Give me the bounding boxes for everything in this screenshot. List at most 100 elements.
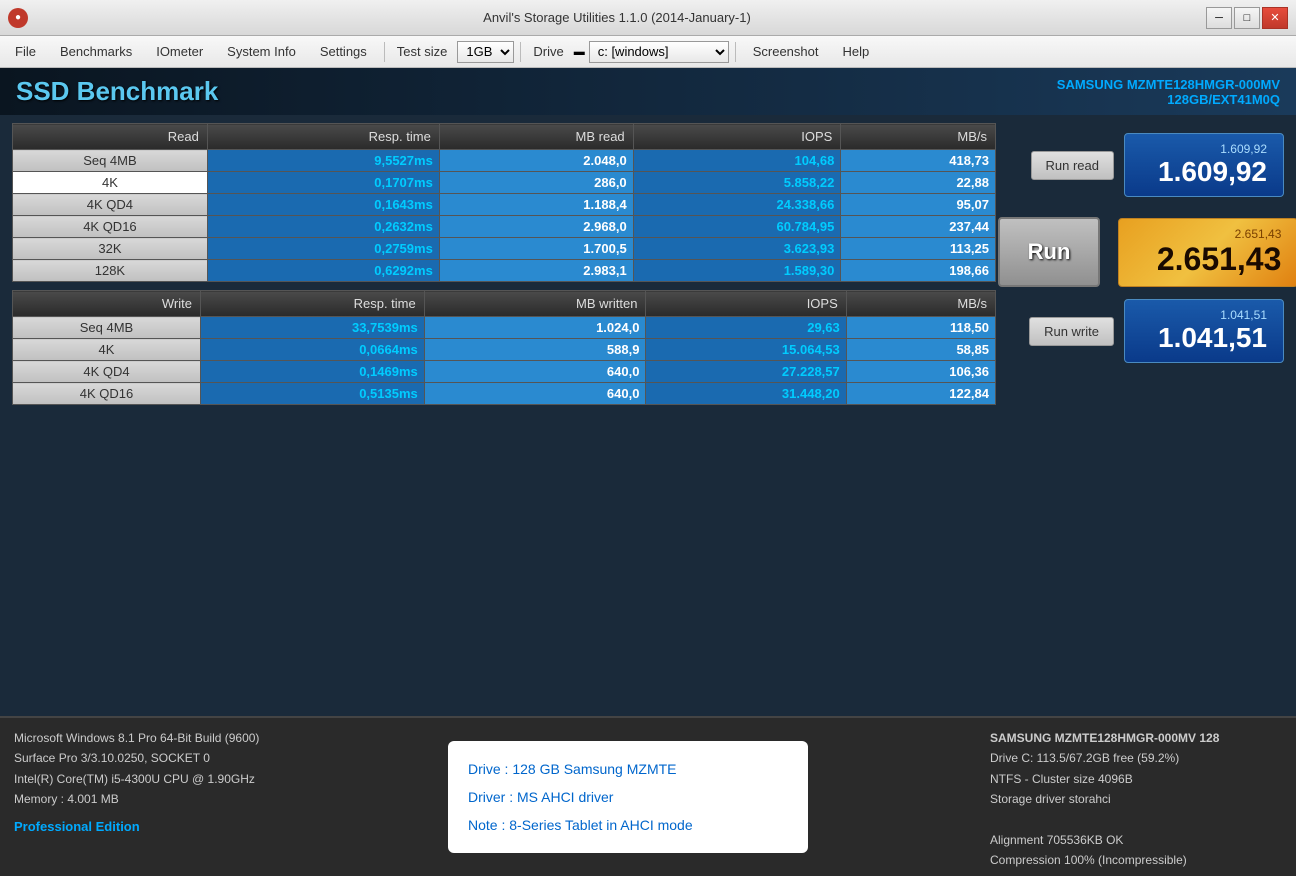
read-row-resptime: 9,5527ms [207, 150, 439, 172]
read-score-label: 1.609,92 [1141, 142, 1267, 156]
title-bar-controls: ─ □ ✕ [1206, 7, 1288, 29]
read-row-mbs: 237,44 [841, 216, 996, 238]
drive-select[interactable]: c: [windows] [589, 41, 729, 63]
write-table-row: Seq 4MB 33,7539ms 1.024,0 29,63 118,50 [13, 317, 996, 339]
title-bar: ● Anvil's Storage Utilities 1.1.0 (2014-… [0, 0, 1296, 36]
read-col-mb: MB read [439, 124, 633, 150]
write-col-label: Write [13, 291, 201, 317]
tables-section: Read Resp. time MB read IOPS MB/s Seq 4M… [12, 123, 996, 708]
read-row-iops: 1.589,30 [633, 260, 841, 282]
run-main-button[interactable]: Run [998, 217, 1101, 287]
write-row-resptime: 0,1469ms [200, 361, 424, 383]
write-row-mb: 640,0 [424, 383, 646, 405]
write-row-label: 4K QD4 [13, 361, 201, 383]
bottom-right: SAMSUNG MZMTE128HMGR-000MV 128 Drive C: … [976, 718, 1296, 876]
write-table-row: 4K QD16 0,5135ms 640,0 31.448,20 122,84 [13, 383, 996, 405]
drive-info-note: Note : 8-Series Tablet in AHCI mode [468, 811, 788, 839]
write-row-resptime: 0,0664ms [200, 339, 424, 361]
maximize-button[interactable]: □ [1234, 7, 1260, 29]
menu-iometer[interactable]: IOmeter [145, 39, 214, 64]
right-line-2: NTFS - Cluster size 4096B [990, 769, 1282, 789]
menu-system-info[interactable]: System Info [216, 39, 307, 64]
write-row-mbs: 118,50 [846, 317, 995, 339]
read-table-row: 32K 0,2759ms 1.700,5 3.623,93 113,25 [13, 238, 996, 260]
drive-info-header: SAMSUNG MZMTE128HMGR-000MV 128GB/EXT41M0… [1057, 77, 1280, 107]
write-row-label: 4K QD16 [13, 383, 201, 405]
write-score-label: 1.041,51 [1141, 308, 1267, 322]
read-row-mb: 1.700,5 [439, 238, 633, 260]
read-table-row: 128K 0,6292ms 2.983,1 1.589,30 198,66 [13, 260, 996, 282]
read-row-label: 4K [13, 172, 208, 194]
drive-disk-icon: ▬ [574, 46, 585, 58]
drive-model: SAMSUNG MZMTE128HMGR-000MV [1057, 77, 1280, 92]
read-row-mbs: 95,07 [841, 194, 996, 216]
sys-info-3: Intel(R) Core(TM) i5-4300U CPU @ 1.90GHz [14, 769, 266, 789]
menu-screenshot[interactable]: Screenshot [742, 39, 830, 64]
drive-info-box: Drive : 128 GB Samsung MZMTE Driver : MS… [448, 741, 808, 853]
read-row-mbs: 418,73 [841, 150, 996, 172]
menu-bar: File Benchmarks IOmeter System Info Sett… [0, 36, 1296, 68]
drive-details: 128GB/EXT41M0Q [1057, 92, 1280, 107]
app-icon: ● [8, 8, 28, 28]
write-col-mbs: MB/s [846, 291, 995, 317]
bottom-left: Microsoft Windows 8.1 Pro 64-Bit Build (… [0, 718, 280, 876]
read-table-row: 4K QD16 0,2632ms 2.968,0 60.784,95 237,4… [13, 216, 996, 238]
write-row-resptime: 0,5135ms [200, 383, 424, 405]
read-col-iops: IOPS [633, 124, 841, 150]
bottom-bar: Microsoft Windows 8.1 Pro 64-Bit Build (… [0, 716, 1296, 876]
read-table: Read Resp. time MB read IOPS MB/s Seq 4M… [12, 123, 996, 282]
write-row-iops: 29,63 [646, 317, 846, 339]
read-row-label: 4K QD4 [13, 194, 208, 216]
write-row-iops: 31.448,20 [646, 383, 846, 405]
read-row-resptime: 0,1643ms [207, 194, 439, 216]
read-row-mb: 2.983,1 [439, 260, 633, 282]
total-score-box: 2.651,43 2.651,43 [1118, 218, 1296, 287]
minimize-button[interactable]: ─ [1206, 7, 1232, 29]
write-col-iops: IOPS [646, 291, 846, 317]
run-read-button[interactable]: Run read [1031, 151, 1114, 180]
run-write-button[interactable]: Run write [1029, 317, 1114, 346]
read-table-row: 4K QD4 0,1643ms 1.188,4 24.338,66 95,07 [13, 194, 996, 216]
read-row-iops: 5.858,22 [633, 172, 841, 194]
menu-settings[interactable]: Settings [309, 39, 378, 64]
write-row-iops: 15.064,53 [646, 339, 846, 361]
bottom-center: Drive : 128 GB Samsung MZMTE Driver : MS… [280, 718, 976, 876]
right-drive-name: SAMSUNG MZMTE128HMGR-000MV 128 [990, 728, 1282, 748]
write-score-value: 1.041,51 [1141, 322, 1267, 354]
test-size-select[interactable]: 1GB 4GB [457, 41, 514, 63]
menu-file[interactable]: File [4, 39, 47, 64]
test-size-label: Test size [391, 40, 454, 63]
read-col-label: Read [13, 124, 208, 150]
read-score-value: 1.609,92 [1141, 156, 1267, 188]
close-button[interactable]: ✕ [1262, 7, 1288, 29]
read-row-label: Seq 4MB [13, 150, 208, 172]
title-bar-left: ● [8, 8, 28, 28]
read-col-mbs: MB/s [841, 124, 996, 150]
drive-group: Drive ▬ c: [windows] [527, 40, 728, 63]
read-row-label: 128K [13, 260, 208, 282]
app-title: SSD Benchmark [16, 76, 218, 107]
write-row-mbs: 106,36 [846, 361, 995, 383]
read-row-resptime: 0,2632ms [207, 216, 439, 238]
menu-benchmarks[interactable]: Benchmarks [49, 39, 143, 64]
right-line-1: Drive C: 113.5/67.2GB free (59.2%) [990, 748, 1282, 768]
read-row-mbs: 198,66 [841, 260, 996, 282]
read-row-label: 4K QD16 [13, 216, 208, 238]
read-col-resptime: Resp. time [207, 124, 439, 150]
sys-info-4: Memory : 4.001 MB [14, 789, 266, 809]
write-table: Write Resp. time MB written IOPS MB/s Se… [12, 290, 996, 405]
read-table-row: Seq 4MB 9,5527ms 2.048,0 104,68 418,73 [13, 150, 996, 172]
read-row-iops: 60.784,95 [633, 216, 841, 238]
read-row-resptime: 0,2759ms [207, 238, 439, 260]
write-row-iops: 27.228,57 [646, 361, 846, 383]
menu-separator-3 [735, 42, 736, 62]
main-content: SSD Benchmark SAMSUNG MZMTE128HMGR-000MV… [0, 68, 1296, 876]
right-line-5: Alignment 705536KB OK [990, 830, 1282, 850]
write-score-box: 1.041,51 1.041,51 [1124, 299, 1284, 363]
right-line-6: Compression 100% (Incompressible) [990, 850, 1282, 870]
right-line-3: Storage driver storahci [990, 789, 1282, 809]
app-header: SSD Benchmark SAMSUNG MZMTE128HMGR-000MV… [0, 68, 1296, 115]
read-row-mbs: 113,25 [841, 238, 996, 260]
drive-info-driver: Driver : MS AHCI driver [468, 783, 788, 811]
menu-help[interactable]: Help [831, 39, 880, 64]
